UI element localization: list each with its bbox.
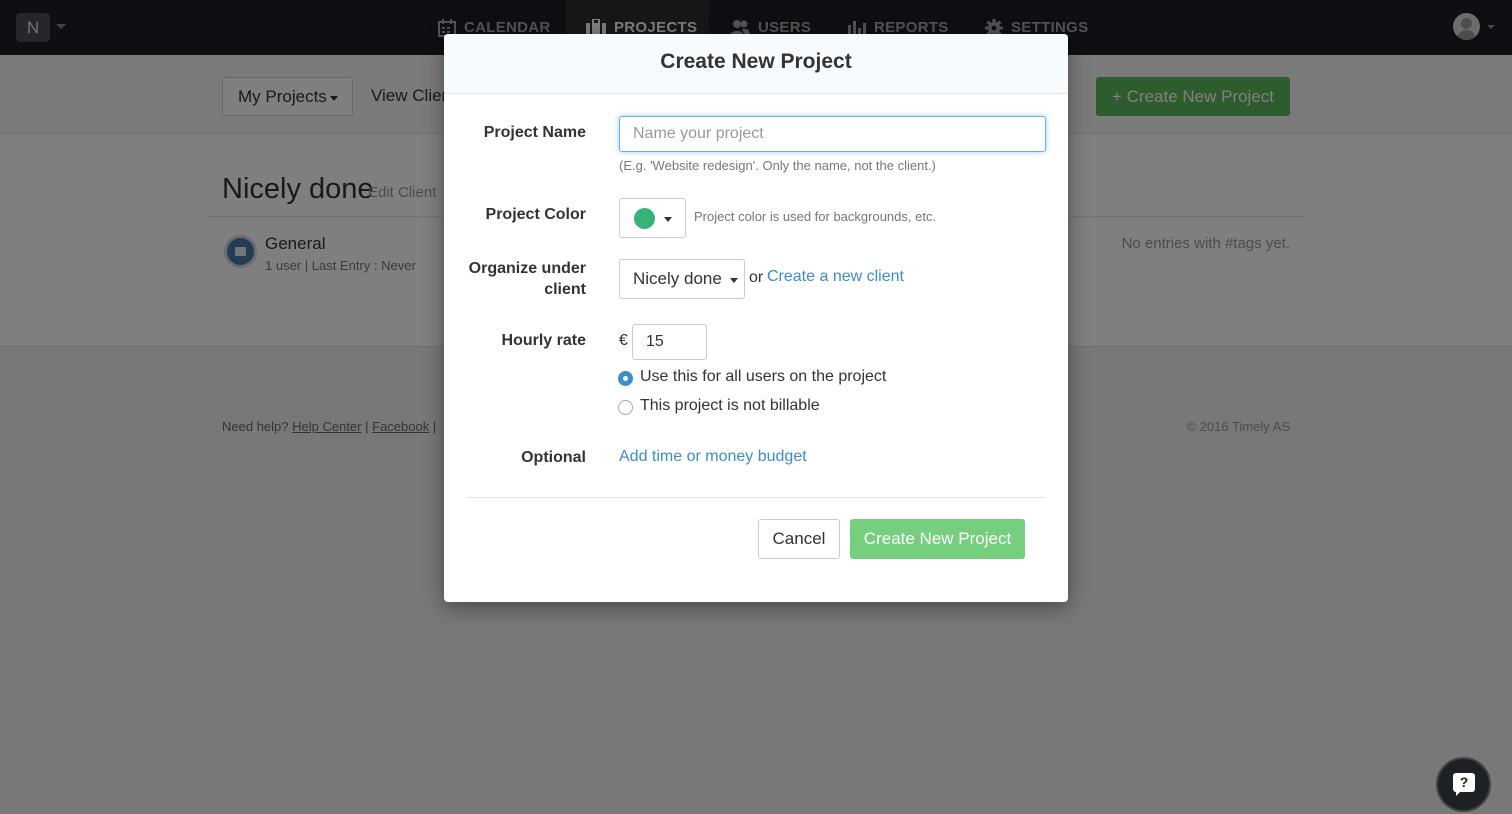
modal-title: Create New Project	[660, 50, 852, 73]
not-billable-radio[interactable]	[618, 400, 633, 415]
project-color-picker[interactable]	[619, 198, 686, 238]
project-name-label: Project Name	[483, 124, 586, 141]
project-color-hint: Project color is used for backgrounds, e…	[694, 209, 937, 224]
organize-label-line2: client	[544, 281, 586, 298]
support-chat-button[interactable]: ?	[1436, 757, 1491, 812]
client-select-value: Nicely done	[633, 269, 722, 288]
modal-divider	[466, 497, 1046, 498]
rate-all-users-radio[interactable]	[618, 371, 633, 386]
create-client-link[interactable]: Create a new client	[767, 268, 904, 286]
client-select[interactable]: Nicely done	[619, 259, 745, 299]
optional-label: Optional	[521, 449, 586, 466]
currency-symbol: €	[619, 332, 628, 349]
bubble-tail	[1456, 791, 1461, 796]
modal-header: Create New Project	[444, 34, 1068, 94]
hourly-rate-label: Hourly rate	[501, 332, 586, 349]
add-budget-link[interactable]: Add time or money budget	[619, 448, 807, 466]
organize-client-label: Organize under client	[469, 258, 586, 300]
create-project-modal: Create New Project Project Name (E.g. 'W…	[444, 34, 1068, 602]
caret-down-icon	[664, 217, 672, 222]
project-color-label: Project Color	[485, 206, 586, 223]
help-question-icon: ?	[1453, 773, 1475, 792]
hourly-rate-input[interactable]	[632, 324, 707, 360]
color-swatch	[634, 208, 655, 229]
caret-down-icon	[730, 278, 738, 283]
project-name-input[interactable]	[619, 116, 1046, 152]
rate-all-users-label[interactable]: Use this for all users on the project	[640, 368, 886, 386]
create-project-submit-button[interactable]: Create New Project	[850, 519, 1025, 559]
project-name-help: (E.g. 'Website redesign'. Only the name,…	[619, 158, 936, 173]
not-billable-label[interactable]: This project is not billable	[640, 397, 820, 415]
or-text: or	[749, 269, 764, 286]
organize-label-line1: Organize under	[468, 260, 586, 277]
cancel-button[interactable]: Cancel	[758, 519, 840, 559]
